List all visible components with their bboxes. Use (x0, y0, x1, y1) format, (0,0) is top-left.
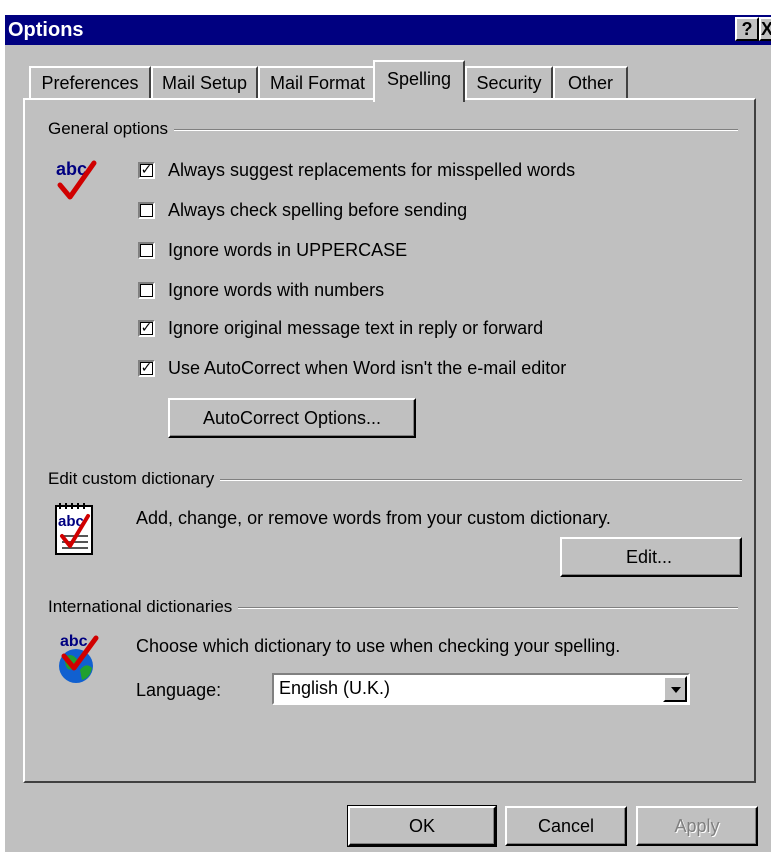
language-label: Language: (136, 680, 222, 700)
dropdown-arrow-button[interactable] (663, 676, 687, 702)
option-ignore-numbers[interactable]: Ignore words with numbers (138, 278, 384, 302)
autocorrect-options-button[interactable]: AutoCorrect Options... (168, 398, 416, 438)
checkbox[interactable]: ✓ (138, 359, 155, 377)
custom-dictionary-description: Add, change, or remove words from your c… (136, 508, 611, 528)
ok-button[interactable]: OK (347, 805, 497, 847)
group-heading-custom-dictionary: Edit custom dictionary (48, 469, 221, 489)
checkbox[interactable]: ✓ (138, 319, 155, 337)
option-ignore-uppercase[interactable]: Ignore words in UPPERCASE (138, 238, 407, 262)
chevron-down-icon (671, 687, 681, 693)
group-heading-international: International dictionaries (48, 597, 239, 617)
edit-button-label: Edit... (625, 547, 672, 567)
option-check-before-sending[interactable]: Always check spelling before sending (138, 198, 467, 222)
language-dropdown[interactable]: English (U.K.) (272, 673, 690, 705)
group-heading-general: General options (48, 119, 175, 139)
checkbox[interactable] (138, 241, 155, 259)
option-use-autocorrect[interactable]: ✓ Use AutoCorrect when Word isn't the e-… (138, 356, 566, 380)
apply-button[interactable]: Apply (636, 806, 758, 846)
international-description: Choose which dictionary to use when chec… (136, 636, 621, 656)
svg-text:abc: abc (60, 633, 88, 650)
options-dialog: Options ? X Preferences Mail Setup Mail … (0, 0, 771, 852)
checkbox[interactable] (138, 201, 155, 219)
edit-dictionary-button[interactable]: Edit... (560, 537, 742, 577)
abc-check-icon: abc (54, 155, 110, 210)
option-ignore-original-text[interactable]: ✓ Ignore original message text in reply … (138, 316, 543, 340)
cancel-button[interactable]: Cancel (505, 806, 627, 846)
checkbox[interactable]: ✓ (138, 161, 155, 179)
option-suggest-replacements[interactable]: ✓ Always suggest replacements for misspe… (138, 158, 575, 182)
language-value: English (U.K.) (279, 678, 391, 698)
checkbox[interactable] (138, 281, 155, 299)
globe-abc-icon: abc (54, 632, 106, 693)
dictionary-notepad-icon: abc (52, 502, 104, 563)
